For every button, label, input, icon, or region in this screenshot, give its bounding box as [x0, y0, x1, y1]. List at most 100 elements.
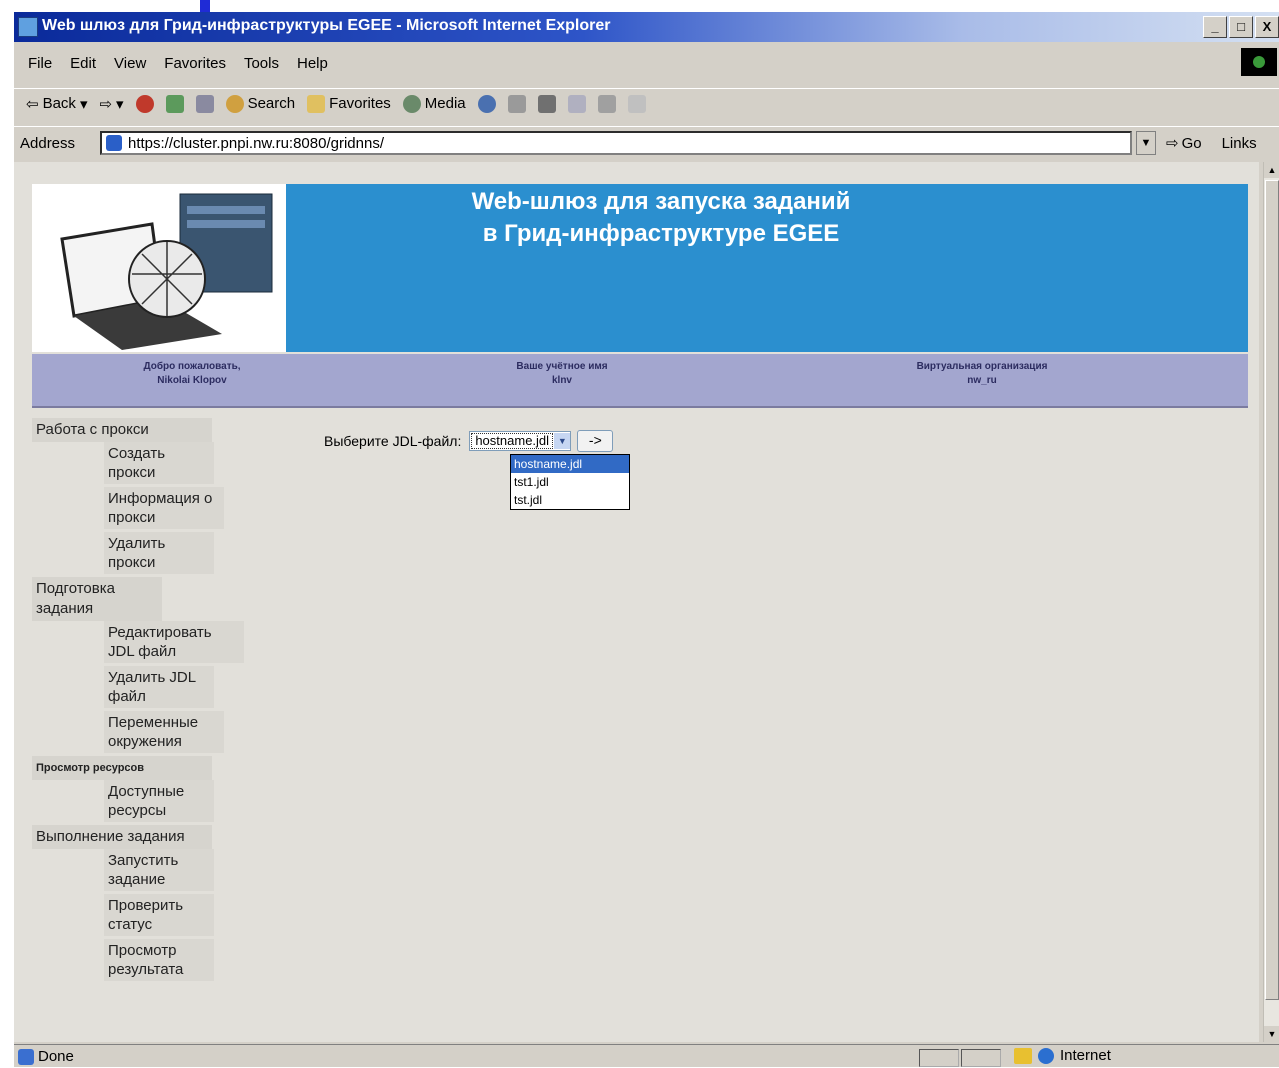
menu-edit[interactable]: Edit [70, 55, 96, 72]
forward-arrow-icon: ⇨ [99, 95, 113, 113]
vertical-scrollbar[interactable]: ▲ ▼ [1263, 162, 1279, 1042]
nav-section-resources: Просмотр ресурсов [32, 756, 212, 780]
chevron-down-icon: ▾ [79, 95, 88, 113]
jdl-submit-button[interactable]: -> [577, 430, 614, 452]
account-value: klnv [551, 375, 572, 386]
nav-item-create-proxy[interactable]: Создать прокси [104, 442, 214, 484]
search-icon [225, 94, 244, 113]
address-input[interactable] [126, 133, 1110, 153]
print-icon[interactable] [537, 94, 556, 113]
nav-item-edit-jdl[interactable]: Редактировать JDL файл [104, 621, 244, 663]
banner-title-line2: в Грид-инфраструктуре EGEE [482, 220, 840, 247]
window-controls: _ □ X [1203, 16, 1279, 38]
stop-icon[interactable] [135, 94, 154, 113]
search-button[interactable]: Search [225, 94, 296, 113]
status-segment [919, 1049, 959, 1067]
jdl-dropdown-list: hostname.jdl tst1.jdl tst.jdl [510, 454, 630, 510]
status-text: Done [38, 1048, 74, 1065]
go-button[interactable]: ⇨ Go [1166, 134, 1202, 153]
lock-icon [1014, 1047, 1032, 1064]
chevron-down-icon: ▾ [116, 95, 124, 113]
nav-section-prep: Подготовка задания [32, 577, 162, 621]
messenger-icon[interactable] [627, 94, 646, 113]
address-bar: Address ▼ ⇨ Go Links [14, 126, 1279, 159]
menu-help[interactable]: Help [297, 55, 328, 72]
page-content: Web-шлюз для запуска заданий в Грид-инфр… [14, 162, 1259, 1042]
jdl-select-label: Выберите JDL-файл: [324, 433, 462, 449]
menu-file[interactable]: File [28, 55, 52, 72]
jdl-select[interactable]: hostname.jdl ▼ [469, 431, 572, 451]
maximize-button[interactable]: □ [1229, 16, 1253, 38]
laptop-globe-logo-icon [60, 193, 273, 350]
media-icon [402, 94, 421, 113]
scroll-up-icon[interactable]: ▲ [1264, 162, 1279, 178]
nav-item-delete-jdl[interactable]: Удалить JDL файл [104, 666, 214, 708]
mail-icon[interactable] [507, 94, 526, 113]
nav-item-env-vars[interactable]: Переменные окружения [104, 711, 224, 753]
nav-item-view-results[interactable]: Просмотр результата [104, 939, 214, 981]
address-field[interactable] [100, 131, 1132, 155]
jdl-option[interactable]: tst.jdl [511, 491, 629, 509]
go-label: Go [1181, 134, 1202, 152]
nav-item-submit-job[interactable]: Запустить задание [104, 849, 214, 891]
media-button[interactable]: Media [402, 94, 466, 113]
forward-button[interactable]: ⇨ ▾ [99, 95, 123, 113]
nav-section-proxy: Работа с прокси [32, 418, 212, 442]
scroll-down-icon[interactable]: ▼ [1264, 1026, 1279, 1042]
refresh-icon[interactable] [165, 94, 184, 113]
nav-item-delete-proxy[interactable]: Удалить прокси [104, 532, 214, 574]
address-dropdown-icon[interactable]: ▼ [1136, 131, 1156, 155]
back-button[interactable]: ⇦ Back ▾ [26, 95, 87, 113]
sidebar-nav: Работа с прокси Создать прокси Информаци… [32, 418, 272, 984]
security-zone: Internet [1014, 1047, 1111, 1064]
edit-icon[interactable] [567, 94, 586, 113]
search-label: Search [247, 95, 296, 112]
go-arrow-icon: ⇨ [1166, 135, 1179, 152]
links-button[interactable]: Links [1222, 135, 1257, 152]
account-label: Ваше учётное имя [516, 361, 608, 372]
favorites-button[interactable]: Favorites [307, 94, 391, 113]
media-label: Media [424, 95, 466, 112]
nav-item-available-resources[interactable]: Доступные ресурсы [104, 780, 214, 822]
jdl-option[interactable]: hostname.jdl [511, 455, 629, 473]
welcome-name: Nikolai Klopov [157, 375, 227, 386]
minimize-button[interactable]: _ [1203, 16, 1227, 38]
welcome-cell: Добро пожаловать, Nikolai Klopov [92, 360, 292, 388]
discuss-icon[interactable] [597, 94, 616, 113]
nav-section-run: Выполнение задания [32, 825, 212, 849]
status-bar: Done Internet [14, 1044, 1279, 1068]
menu-bar: File Edit View Favorites Tools Help [14, 50, 1279, 76]
scroll-thumb[interactable] [1265, 180, 1279, 1000]
banner-title: Web-шлюз для запуска заданий в Грид-инфр… [286, 186, 1036, 250]
nav-item-proxy-info[interactable]: Информация о прокси [104, 487, 224, 529]
vo-cell: Виртуальная организация nw_ru [852, 360, 1112, 388]
favorites-icon [307, 94, 326, 113]
banner-title-line1: Web-шлюз для запуска заданий [471, 188, 851, 215]
vo-label: Виртуальная организация [916, 361, 1048, 372]
chevron-down-icon[interactable]: ▼ [554, 433, 571, 449]
welcome-label: Добро пожаловать, [143, 361, 241, 372]
page-done-icon [18, 1048, 34, 1065]
window-title: Web шлюз для Грид-инфраструктуры EGEE - … [42, 17, 611, 34]
home-icon[interactable] [195, 94, 214, 113]
jdl-option[interactable]: tst1.jdl [511, 473, 629, 491]
globe-icon [1038, 1047, 1054, 1064]
jdl-selector-row: Выберите JDL-файл: hostname.jdl ▼ -> [324, 430, 614, 452]
title-bar: Web шлюз для Грид-инфраструктуры EGEE - … [14, 12, 1279, 42]
jdl-select-value: hostname.jdl [471, 433, 554, 449]
toolbar: ⇦ Back ▾ ⇨ ▾ Search Favorites Media [14, 88, 1279, 118]
favorites-label: Favorites [329, 95, 391, 112]
history-icon[interactable] [477, 94, 496, 113]
menu-view[interactable]: View [114, 55, 146, 72]
vo-value: nw_ru [967, 375, 997, 386]
close-button[interactable]: X [1255, 16, 1279, 38]
banner-header: Web-шлюз для запуска заданий в Грид-инфр… [286, 184, 1248, 352]
status-segment [961, 1049, 1001, 1067]
address-label: Address [20, 134, 76, 152]
nav-item-check-status[interactable]: Проверить статус [104, 894, 214, 936]
windows-logo-icon [1241, 48, 1277, 76]
menu-tools[interactable]: Tools [244, 55, 279, 72]
menu-favorites[interactable]: Favorites [164, 55, 226, 72]
back-label: Back [42, 95, 76, 112]
banner-logo [32, 184, 286, 352]
